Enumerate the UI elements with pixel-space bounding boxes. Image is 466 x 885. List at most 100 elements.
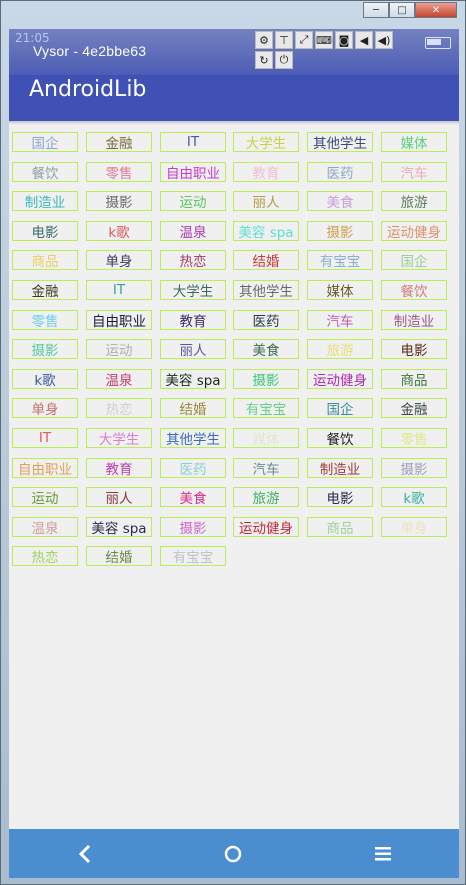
tag-item[interactable]: 运动健身 [307,369,373,389]
tag-item[interactable]: 旅游 [307,339,373,359]
tag-item[interactable]: 美食 [233,339,299,359]
tag-item[interactable]: 其他学生 [233,280,299,300]
tag-item[interactable]: 美容 spa [233,221,299,241]
tag-item[interactable]: 媒体 [307,280,373,300]
fullscreen-icon[interactable]: ⤢ [295,31,313,49]
tag-item[interactable]: 运动 [12,487,78,507]
tag-item[interactable]: 教育 [86,458,152,478]
tag-item[interactable]: 汽车 [233,458,299,478]
tag-item[interactable]: IT [12,428,78,448]
tag-item[interactable]: 金融 [381,398,447,418]
home-button[interactable] [203,829,263,878]
tag-item[interactable]: 有宝宝 [233,398,299,418]
volume-up-icon[interactable]: ◀) [375,31,393,49]
gear-icon[interactable]: ⚙ [255,31,273,49]
tag-item[interactable]: 温泉 [12,517,78,537]
close-button[interactable]: ✕ [415,2,457,18]
tag-item[interactable]: 商品 [307,517,373,537]
tag-item[interactable]: IT [86,280,152,300]
tag-item[interactable]: 美食 [307,191,373,211]
tag-item[interactable]: 单身 [86,250,152,270]
tag-item[interactable]: 摄影 [307,221,373,241]
tag-item[interactable]: 自由职业 [86,310,152,330]
tag-item[interactable]: 摄影 [381,458,447,478]
tag-item[interactable]: k歌 [86,221,152,241]
pin-icon[interactable]: ⊤ [275,31,293,49]
tag-item[interactable]: 温泉 [86,369,152,389]
tag-item[interactable]: 大学生 [86,428,152,448]
tag-item[interactable]: 教育 [233,162,299,182]
tag-item[interactable]: 摄影 [86,191,152,211]
tag-item[interactable]: 医药 [307,162,373,182]
tag-item[interactable]: 摄影 [233,369,299,389]
power-icon[interactable]: ⏻ [275,51,293,69]
volume-down-icon[interactable]: ◀ [355,31,373,49]
tag-item[interactable]: 旅游 [381,191,447,211]
menu-button[interactable] [353,829,413,878]
tag-item[interactable]: 国企 [12,132,78,152]
tag-item[interactable]: 餐饮 [381,280,447,300]
tag-item[interactable]: IT [160,132,226,152]
tag-item[interactable]: 零售 [86,162,152,182]
tag-item[interactable]: 热恋 [160,250,226,270]
tag-item[interactable]: 美容 spa [86,517,152,537]
tag-item[interactable]: 医药 [233,310,299,330]
tag-item[interactable]: 运动健身 [381,221,447,241]
tag-item[interactable]: 丽人 [233,191,299,211]
keyboard-icon[interactable]: ⌨ [315,31,333,49]
tag-item[interactable]: 运动 [86,339,152,359]
tag-item[interactable]: 制造业 [381,310,447,330]
tag-item[interactable]: 旅游 [233,487,299,507]
tag-item[interactable]: 热恋 [86,398,152,418]
tag-item[interactable]: 单身 [381,517,447,537]
tag-item[interactable]: 餐饮 [307,428,373,448]
tag-item[interactable]: 有宝宝 [160,546,226,566]
tag-item[interactable]: 金融 [12,280,78,300]
tag-item[interactable]: 热恋 [12,546,78,566]
tag-item[interactable]: 媒体 [381,132,447,152]
tag-item[interactable]: 美食 [160,487,226,507]
tag-item[interactable]: 商品 [381,369,447,389]
tag-item[interactable]: 结婚 [160,398,226,418]
tag-item[interactable]: 制造业 [12,191,78,211]
tag-item[interactable]: 单身 [12,398,78,418]
tag-item[interactable]: 医药 [160,458,226,478]
tag-item[interactable]: 电影 [307,487,373,507]
back-button[interactable] [55,829,115,878]
tag-item[interactable]: 丽人 [160,339,226,359]
tag-item[interactable]: 有宝宝 [307,250,373,270]
tag-item[interactable]: 媒体 [233,428,299,448]
tag-item[interactable]: 自由职业 [12,458,78,478]
tag-item[interactable]: 美容 spa [160,369,226,389]
maximize-button[interactable]: □ [389,2,415,18]
tag-item[interactable]: 运动健身 [233,517,299,537]
tag-item[interactable]: 丽人 [86,487,152,507]
tag-item[interactable]: 商品 [12,250,78,270]
tag-item[interactable]: 运动 [160,191,226,211]
camera-icon[interactable]: ◙ [335,31,353,49]
tag-item[interactable]: 零售 [12,310,78,330]
tag-item[interactable]: 制造业 [307,458,373,478]
tag-item[interactable]: 结婚 [86,546,152,566]
tag-item[interactable]: 零售 [381,428,447,448]
tag-item[interactable]: 金融 [86,132,152,152]
tag-item[interactable]: 摄影 [12,339,78,359]
tag-item[interactable]: k歌 [381,487,447,507]
minimize-button[interactable]: ─ [363,2,389,18]
tag-item[interactable]: 汽车 [381,162,447,182]
tag-item[interactable]: 汽车 [307,310,373,330]
tag-item[interactable]: 自由职业 [160,162,226,182]
tag-item[interactable]: k歌 [12,369,78,389]
tag-item[interactable]: 电影 [12,221,78,241]
tag-item[interactable]: 其他学生 [160,428,226,448]
rotate-icon[interactable]: ↻ [255,51,273,69]
tag-item[interactable]: 其他学生 [307,132,373,152]
tag-item[interactable]: 大学生 [160,280,226,300]
tag-item[interactable]: 大学生 [233,132,299,152]
tag-item[interactable]: 国企 [307,398,373,418]
tag-item[interactable]: 结婚 [233,250,299,270]
tag-item[interactable]: 餐饮 [12,162,78,182]
tag-item[interactable]: 电影 [381,339,447,359]
tag-item[interactable]: 摄影 [160,517,226,537]
tag-item[interactable]: 国企 [381,250,447,270]
